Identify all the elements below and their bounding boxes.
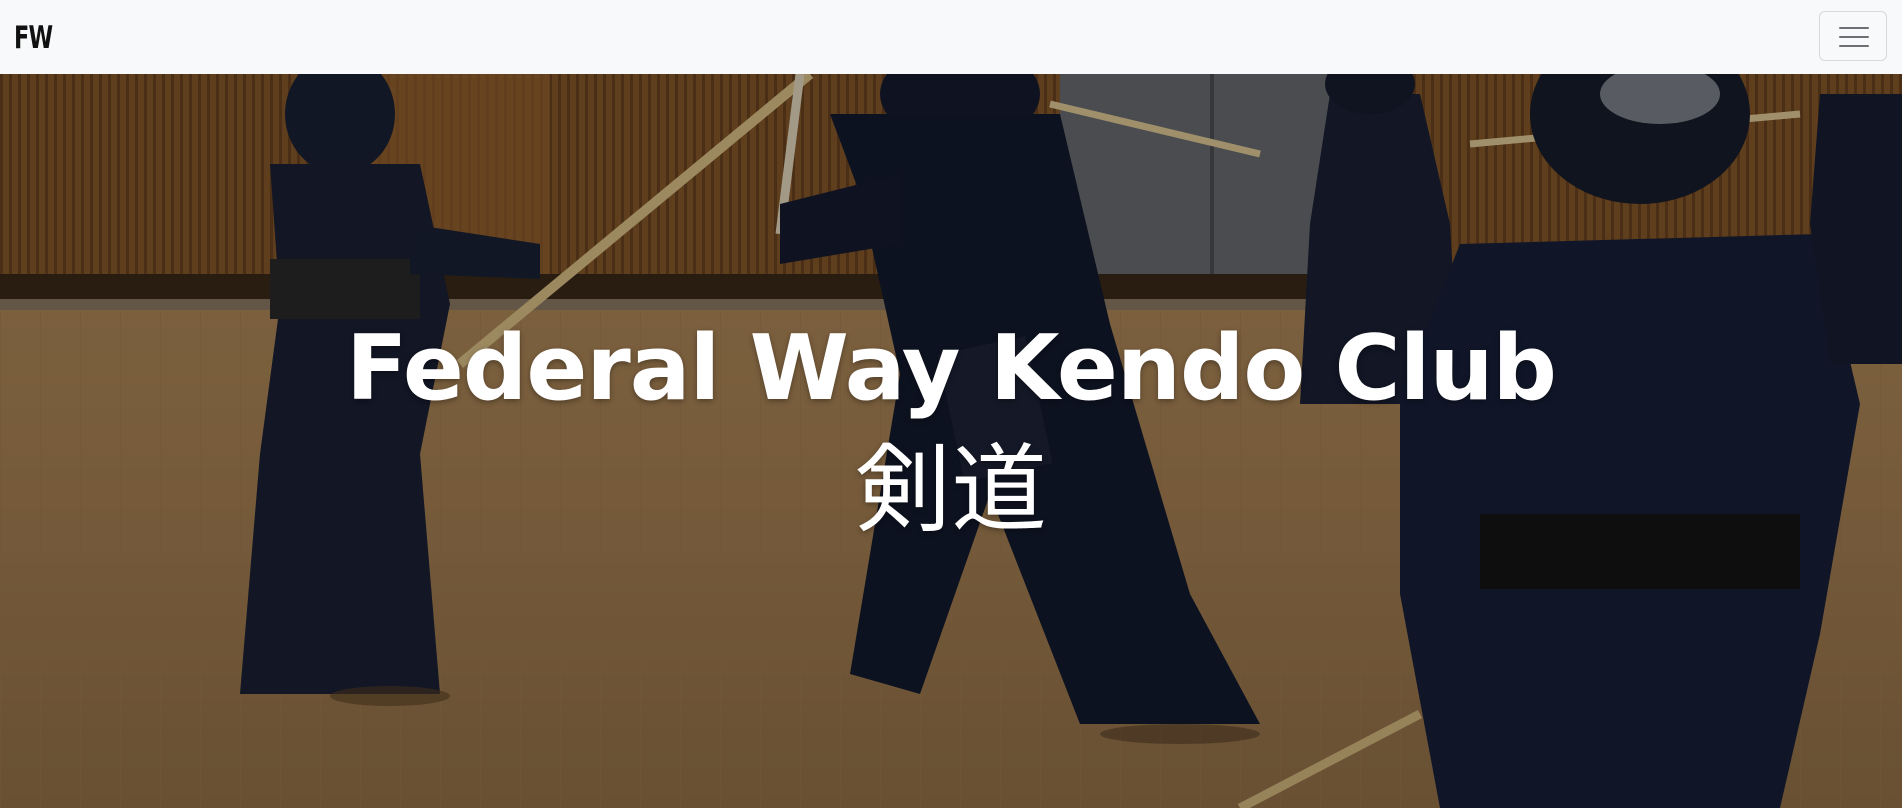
navbar-toggler-button[interactable] <box>1819 11 1887 61</box>
hero-section: Federal Way Kendo Club 剣道 <box>0 74 1902 808</box>
brand-logo-link[interactable]: FW <box>14 19 53 57</box>
hero-title: Federal Way Kendo Club <box>346 316 1557 421</box>
hero-subtitle: 剣道 <box>855 434 1047 546</box>
hero-text-block: Federal Way Kendo Club 剣道 <box>0 314 1902 550</box>
top-navbar: FW <box>0 0 1902 74</box>
